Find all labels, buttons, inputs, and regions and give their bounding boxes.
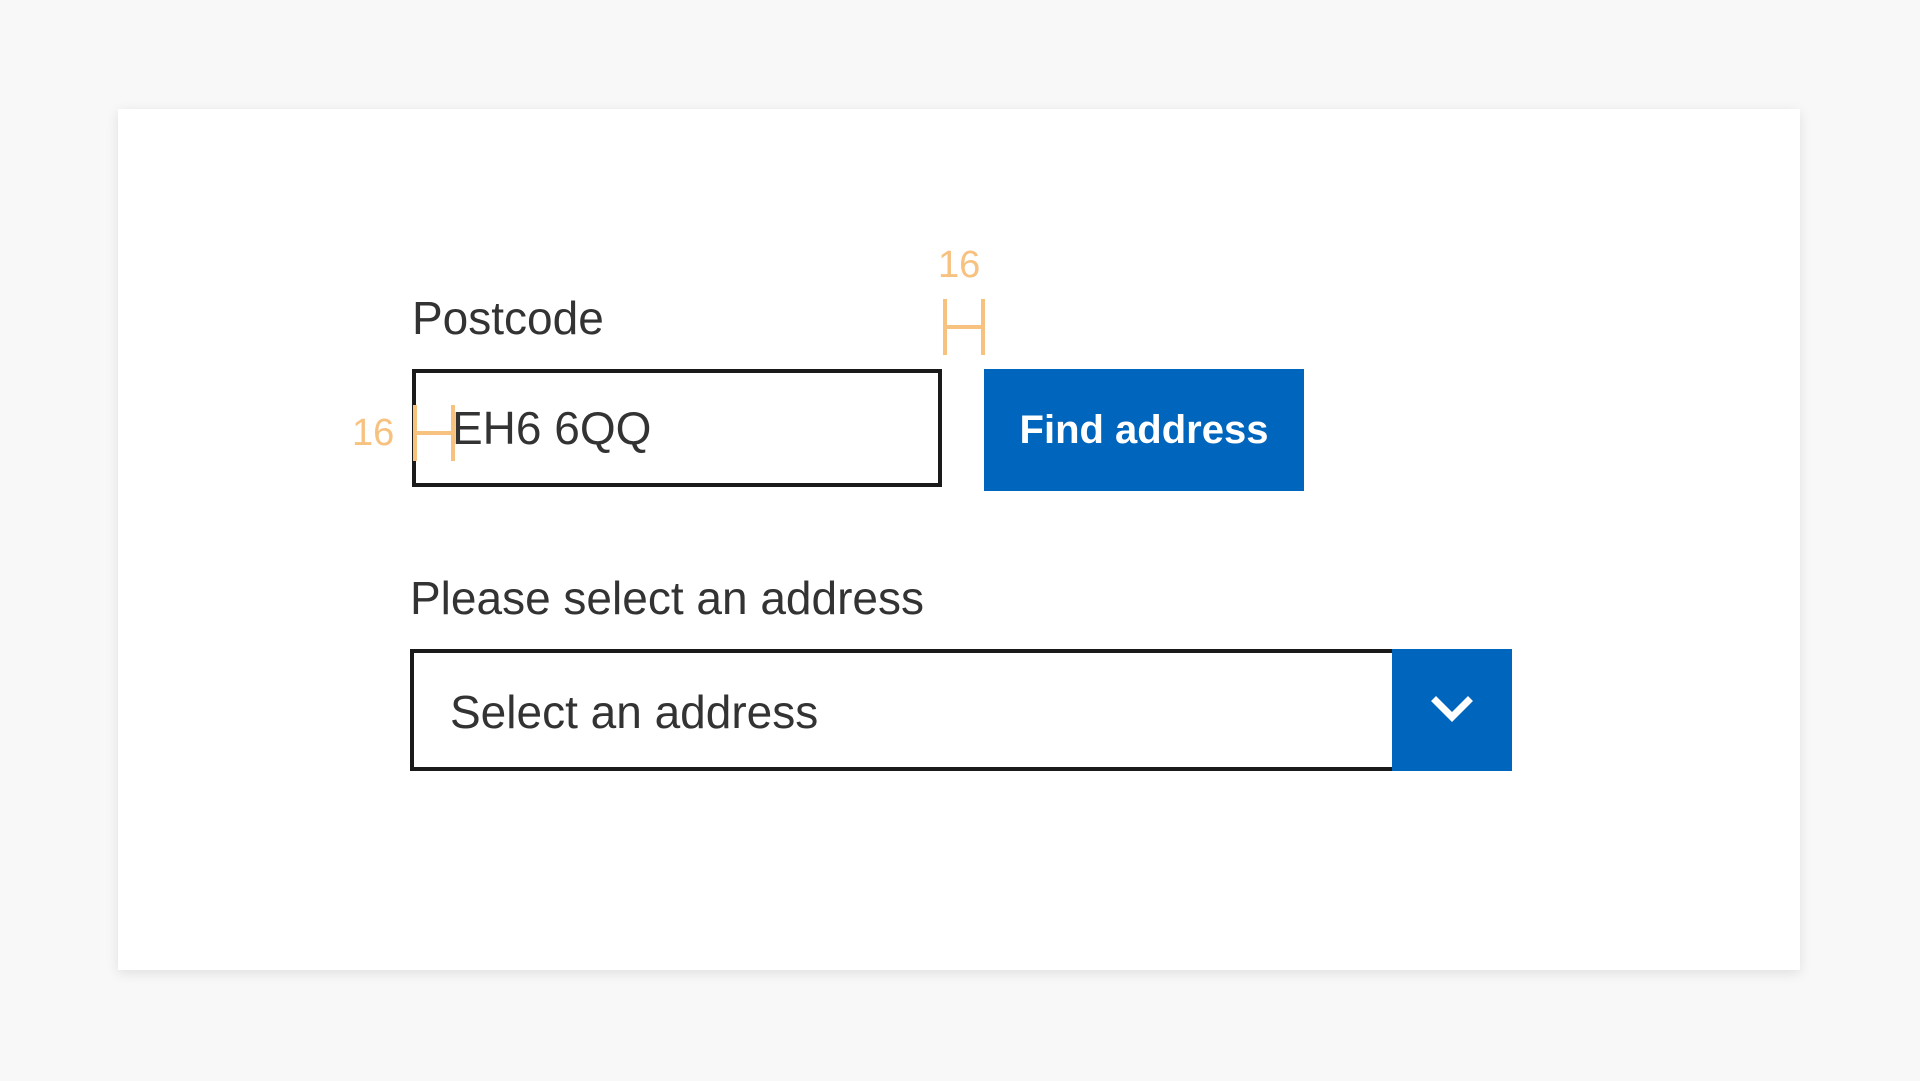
address-lookup-card: Postcode Find address Please select an a… — [118, 109, 1800, 970]
padding-annotation-bracket — [413, 405, 455, 461]
gap-annotation-bracket — [943, 299, 985, 355]
chevron-down-icon — [1431, 696, 1473, 722]
address-select-label: Please select an address — [410, 572, 924, 624]
gap-annotation-label: 16 — [938, 244, 981, 286]
address-select-toggle[interactable] — [1392, 649, 1512, 771]
address-select[interactable]: Select an address — [410, 649, 1512, 771]
padding-annotation-label: 16 — [352, 412, 395, 454]
postcode-label: Postcode — [412, 292, 604, 344]
find-address-button[interactable]: Find address — [984, 369, 1304, 491]
address-select-field[interactable]: Select an address — [410, 649, 1392, 771]
postcode-input[interactable] — [412, 369, 942, 487]
address-select-value: Select an address — [450, 686, 819, 738]
